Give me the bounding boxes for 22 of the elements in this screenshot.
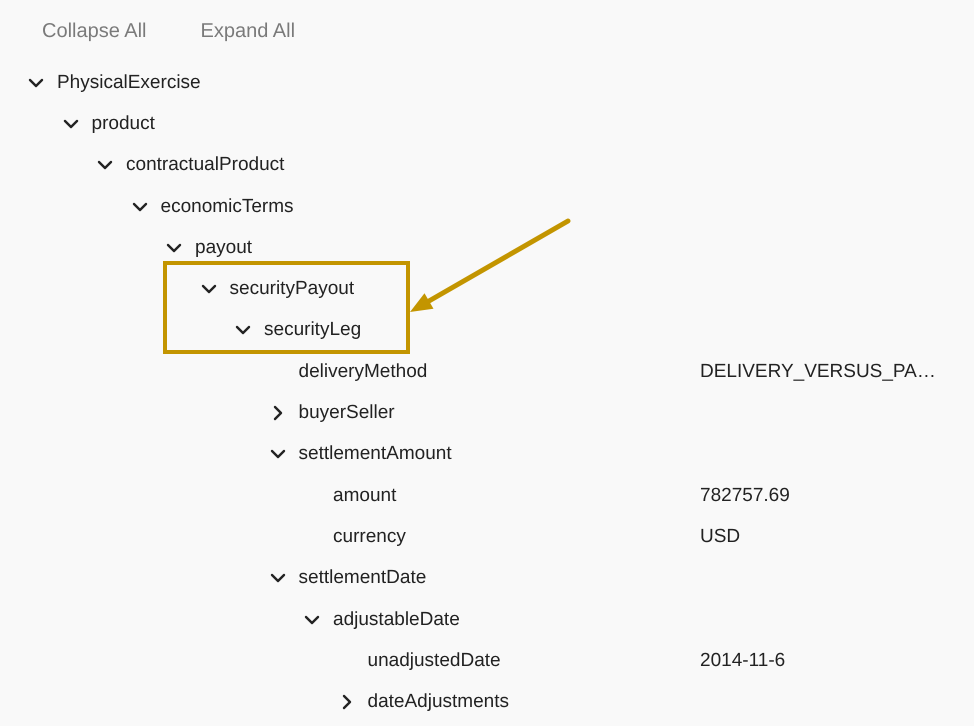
node-value: DELIVERY_VERSUS_PA…	[700, 360, 936, 382]
tree-node-label[interactable]: currency	[333, 526, 406, 548]
node-value: 2014-11-6	[700, 650, 786, 671]
tree-node-label[interactable]: amount	[333, 484, 396, 507]
tree-node-label[interactable]: securityPayout	[230, 278, 354, 300]
tree-node-label[interactable]: dateAdjustments	[368, 691, 510, 714]
tree-node-label[interactable]: payout	[195, 236, 252, 259]
tree-node-label[interactable]: product	[92, 112, 155, 135]
tree-node-label[interactable]: economicTerms	[160, 196, 294, 218]
tree-node-label[interactable]: PhysicalExercise	[57, 72, 201, 94]
tree-node-label[interactable]: settlementAmount	[298, 443, 452, 466]
expand-all-button[interactable]: Expand All	[200, 16, 296, 46]
tree-node-label[interactable]: adjustableDate	[333, 608, 460, 630]
tree-node-label[interactable]: settlementDate	[298, 567, 426, 590]
node-value: 782757.69	[700, 484, 790, 506]
tree-node-label[interactable]: unadjustedDate	[368, 650, 501, 672]
tree-node-label[interactable]: contractualProduct	[126, 154, 284, 176]
collapse-all-button[interactable]: Collapse All	[42, 16, 147, 46]
node-value: USD	[700, 526, 740, 547]
tree-node-label[interactable]: buyerSeller	[298, 402, 395, 424]
tree-node-label[interactable]: deliveryMethod	[298, 360, 428, 383]
tree-node-label[interactable]: securityLeg	[264, 319, 362, 342]
